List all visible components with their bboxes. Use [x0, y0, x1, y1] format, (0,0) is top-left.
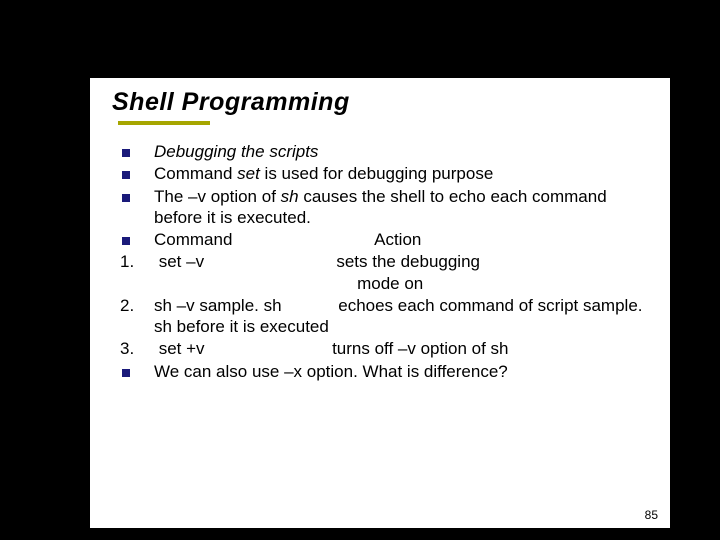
numbered-row: 2. sh –v sample. sh echoes each command …: [112, 295, 656, 338]
bullet-text: Debugging the scripts: [154, 141, 656, 162]
bullet-row: Command set is used for debugging purpos…: [112, 163, 656, 184]
bullet-text: Command Action: [154, 229, 656, 250]
square-bullet-icon: [112, 186, 154, 229]
slide: Shell Programming Debugging the scripts …: [90, 78, 670, 528]
bullet-text: We can also use –x option. What is diffe…: [154, 361, 656, 382]
bullet-row: Command Action: [112, 229, 656, 250]
square-bullet-icon: [112, 163, 154, 184]
list-number: 1.: [112, 251, 154, 294]
numbered-text: set –v sets the debugging mode on: [154, 251, 656, 294]
bullet-row: Debugging the scripts: [112, 141, 656, 162]
page-number: 85: [645, 508, 658, 522]
title-block: Shell Programming: [90, 78, 670, 129]
slide-title: Shell Programming: [112, 88, 670, 117]
numbered-row: 3. set +v turns off –v option of sh: [112, 338, 656, 359]
numbered-text: sh –v sample. sh echoes each command of …: [154, 295, 656, 338]
bullet-row: The –v option of sh causes the shell to …: [112, 186, 656, 229]
square-bullet-icon: [112, 361, 154, 382]
numbered-row: 1. set –v sets the debugging mode on: [112, 251, 656, 294]
list-number: 3.: [112, 338, 154, 359]
bullet-text: The –v option of sh causes the shell to …: [154, 186, 656, 229]
square-bullet-icon: [112, 229, 154, 250]
slide-body: Debugging the scripts Command set is use…: [90, 129, 670, 382]
square-bullet-icon: [112, 141, 154, 162]
numbered-text: set +v turns off –v option of sh: [154, 338, 656, 359]
bullet-text: Command set is used for debugging purpos…: [154, 163, 656, 184]
list-number: 2.: [112, 295, 154, 338]
title-underline: [118, 121, 210, 125]
bullet-row: We can also use –x option. What is diffe…: [112, 361, 656, 382]
